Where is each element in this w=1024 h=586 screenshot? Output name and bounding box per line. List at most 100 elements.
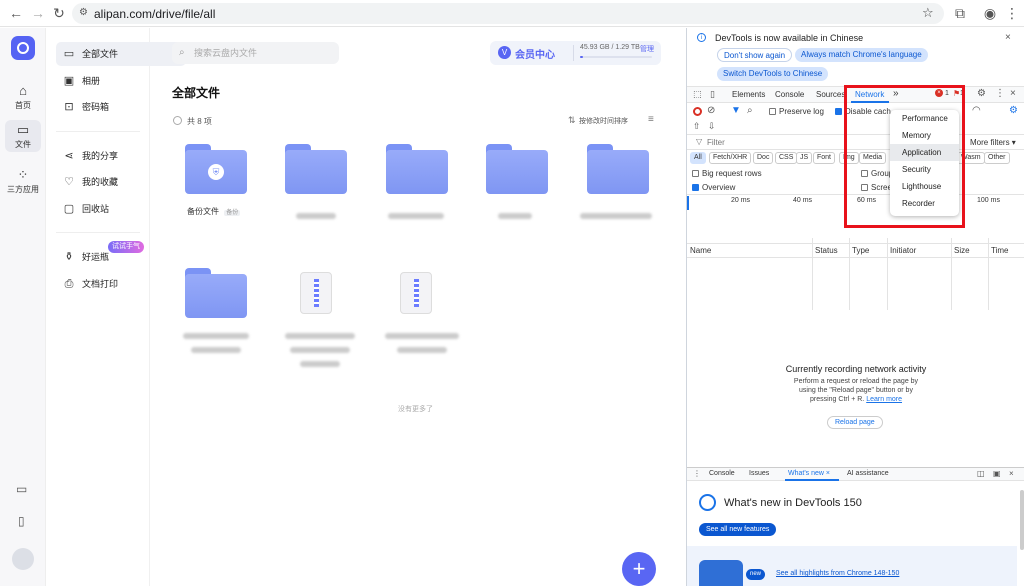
see-all-features-button[interactable]: See all new features bbox=[699, 523, 777, 536]
reload-icon[interactable]: ↻ bbox=[51, 5, 67, 21]
drawer-tab-whats-new[interactable]: What's new × bbox=[788, 470, 830, 477]
select-all-checkbox[interactable] bbox=[173, 116, 182, 125]
rail-apps-label: 三方应用 bbox=[7, 185, 39, 194]
column-status[interactable]: Status bbox=[815, 246, 838, 255]
close-devtools-icon[interactable]: × bbox=[1010, 88, 1016, 99]
page-title: 全部文件 bbox=[172, 86, 221, 100]
folder-name-blurred bbox=[296, 208, 336, 222]
device-toolbar-icon[interactable]: ▯ bbox=[710, 89, 715, 100]
close-drawer-icon[interactable]: × bbox=[1009, 469, 1014, 478]
chip-js[interactable]: JS bbox=[796, 152, 813, 164]
folder-backup[interactable]: ⛨ bbox=[185, 144, 247, 194]
list-view-icon[interactable]: ≡ bbox=[648, 114, 654, 125]
clear-icon[interactable]: ⊘ bbox=[707, 105, 715, 116]
zip-file-icon[interactable] bbox=[300, 272, 332, 314]
tab-console[interactable]: Console bbox=[775, 90, 804, 99]
left-rail: ⌂ 首页 ▭ 文件 ⁘ 三方应用 ▭ ▯ bbox=[0, 28, 46, 586]
star-icon[interactable]: ☆ bbox=[922, 5, 934, 21]
match-language-button[interactable]: Always match Chrome's language bbox=[795, 48, 928, 62]
tab-sources[interactable]: Sources bbox=[816, 90, 845, 99]
chip-other[interactable]: Other bbox=[984, 152, 1010, 164]
inspect-icon[interactable]: ⬚ bbox=[693, 89, 702, 100]
column-type[interactable]: Type bbox=[852, 246, 869, 255]
timeline-tick: 20 ms bbox=[731, 197, 751, 204]
export-har-icon[interactable]: ⇩ bbox=[708, 121, 716, 132]
drawer-scrollbar[interactable] bbox=[1020, 490, 1024, 550]
preserve-log-label: Preserve log bbox=[779, 107, 824, 116]
main-area: ⌕ 搜索云盘内文件 V 会员中心 45.93 GB / 1.29 TB 管理 全… bbox=[150, 28, 685, 586]
overview-checkbox[interactable]: Overview bbox=[692, 183, 735, 192]
folder-name-blurred bbox=[183, 328, 253, 356]
back-icon[interactable]: ← bbox=[8, 5, 24, 21]
filter-funnel-icon[interactable]: ▼ bbox=[731, 105, 741, 116]
add-button[interactable]: + bbox=[622, 552, 656, 586]
desktop-icon[interactable]: ▭ bbox=[16, 482, 27, 496]
tab-elements[interactable]: Elements bbox=[732, 90, 765, 99]
folder-item[interactable] bbox=[386, 144, 448, 194]
folder-item[interactable] bbox=[587, 144, 649, 194]
manage-link[interactable]: 管理 bbox=[640, 44, 654, 54]
shield-icon: ⛨ bbox=[208, 164, 224, 180]
column-divider bbox=[887, 238, 888, 310]
import-har-icon[interactable]: ⇧ bbox=[693, 121, 701, 132]
column-time[interactable]: Time bbox=[991, 246, 1008, 255]
column-initiator[interactable]: Initiator bbox=[890, 246, 916, 255]
filter-input[interactable]: Filter bbox=[707, 138, 725, 147]
menu-icon[interactable]: ⋮ bbox=[1004, 5, 1020, 21]
devtools-menu-icon[interactable]: ⋮ bbox=[995, 88, 1005, 99]
drawer-tab-issues[interactable]: Issues bbox=[749, 470, 769, 477]
column-divider bbox=[988, 238, 989, 310]
site-info-icon[interactable]: ⚙ bbox=[79, 7, 88, 18]
switch-language-button[interactable]: Switch DevTools to Chinese bbox=[717, 67, 829, 81]
rail-home[interactable]: ⌂ 首页 bbox=[0, 84, 46, 111]
member-divider bbox=[573, 45, 574, 61]
profile-icon[interactable]: ◉ bbox=[982, 5, 998, 21]
big-rows-checkbox[interactable]: Big request rows bbox=[692, 169, 762, 178]
drawer-tab-ai-assistance[interactable]: AI assistance bbox=[847, 470, 889, 477]
drawer-menu-icon[interactable]: ⋮ bbox=[693, 469, 701, 478]
more-filters-button[interactable]: More filters ▾ bbox=[970, 138, 1016, 147]
extensions-icon[interactable]: ⧉ bbox=[952, 5, 968, 21]
folder-item[interactable] bbox=[486, 144, 548, 194]
nav-print-label: 文档打印 bbox=[82, 279, 119, 289]
rail-files[interactable]: ▭ 文件 bbox=[5, 120, 41, 152]
dock-icon[interactable]: ◫ bbox=[977, 469, 985, 478]
mobile-icon[interactable]: ▯ bbox=[18, 514, 25, 528]
settings-icon[interactable]: ⚙ bbox=[977, 88, 986, 99]
dont-show-again-button[interactable]: Don't show again bbox=[717, 48, 793, 62]
preserve-log-checkbox[interactable]: Preserve log bbox=[769, 107, 824, 116]
column-size[interactable]: Size bbox=[954, 246, 970, 255]
member-center[interactable]: V 会员中心 45.93 GB / 1.29 TB 管理 bbox=[490, 41, 661, 65]
chip-css[interactable]: CSS bbox=[775, 152, 798, 164]
learn-more-link[interactable]: Learn more bbox=[866, 396, 902, 403]
sort-button[interactable]: 按修改时间排序 bbox=[579, 116, 628, 126]
chip-font[interactable]: Font bbox=[813, 152, 836, 164]
chip-all[interactable]: All bbox=[690, 152, 706, 164]
folder-name-blurred bbox=[580, 208, 652, 222]
folder-item[interactable] bbox=[285, 144, 347, 194]
avatar[interactable] bbox=[12, 548, 34, 570]
undock-icon[interactable]: ▣ bbox=[993, 469, 1001, 478]
close-banner-icon[interactable]: × bbox=[1005, 32, 1011, 43]
address-bar[interactable]: ⚙ alipan.com/drive/file/all ☆ bbox=[72, 3, 944, 24]
chip-fetch-xhr[interactable]: Fetch/XHR bbox=[709, 152, 752, 164]
chip-doc[interactable]: Doc bbox=[753, 152, 774, 164]
network-settings-icon[interactable]: ⚙ bbox=[1009, 105, 1018, 116]
folder-item[interactable] bbox=[185, 268, 247, 318]
folder-name-blurred bbox=[388, 208, 444, 222]
reload-page-button[interactable]: Reload page bbox=[827, 416, 883, 429]
forward-icon[interactable]: → bbox=[30, 5, 46, 21]
search-network-icon[interactable]: ⌕ bbox=[747, 105, 753, 116]
zip-file-icon[interactable] bbox=[400, 272, 432, 314]
drawer-tab-console[interactable]: Console bbox=[709, 470, 735, 477]
search-input[interactable]: ⌕ 搜索云盘内文件 bbox=[172, 42, 339, 64]
item-count: 共 8 项 bbox=[187, 117, 212, 126]
column-name[interactable]: Name bbox=[690, 246, 711, 255]
folder-backup-name[interactable]: 备份文件 备份 bbox=[187, 206, 241, 217]
highlights-link[interactable]: See all highlights from Chrome 148-150 bbox=[776, 570, 899, 577]
search-icon: ⌕ bbox=[179, 47, 185, 58]
chrome-devtools-logo bbox=[699, 494, 716, 511]
rail-apps[interactable]: ⁘ 三方应用 bbox=[0, 168, 46, 195]
wifi-icon[interactable]: ◠ bbox=[972, 105, 981, 116]
record-icon[interactable] bbox=[693, 107, 702, 116]
